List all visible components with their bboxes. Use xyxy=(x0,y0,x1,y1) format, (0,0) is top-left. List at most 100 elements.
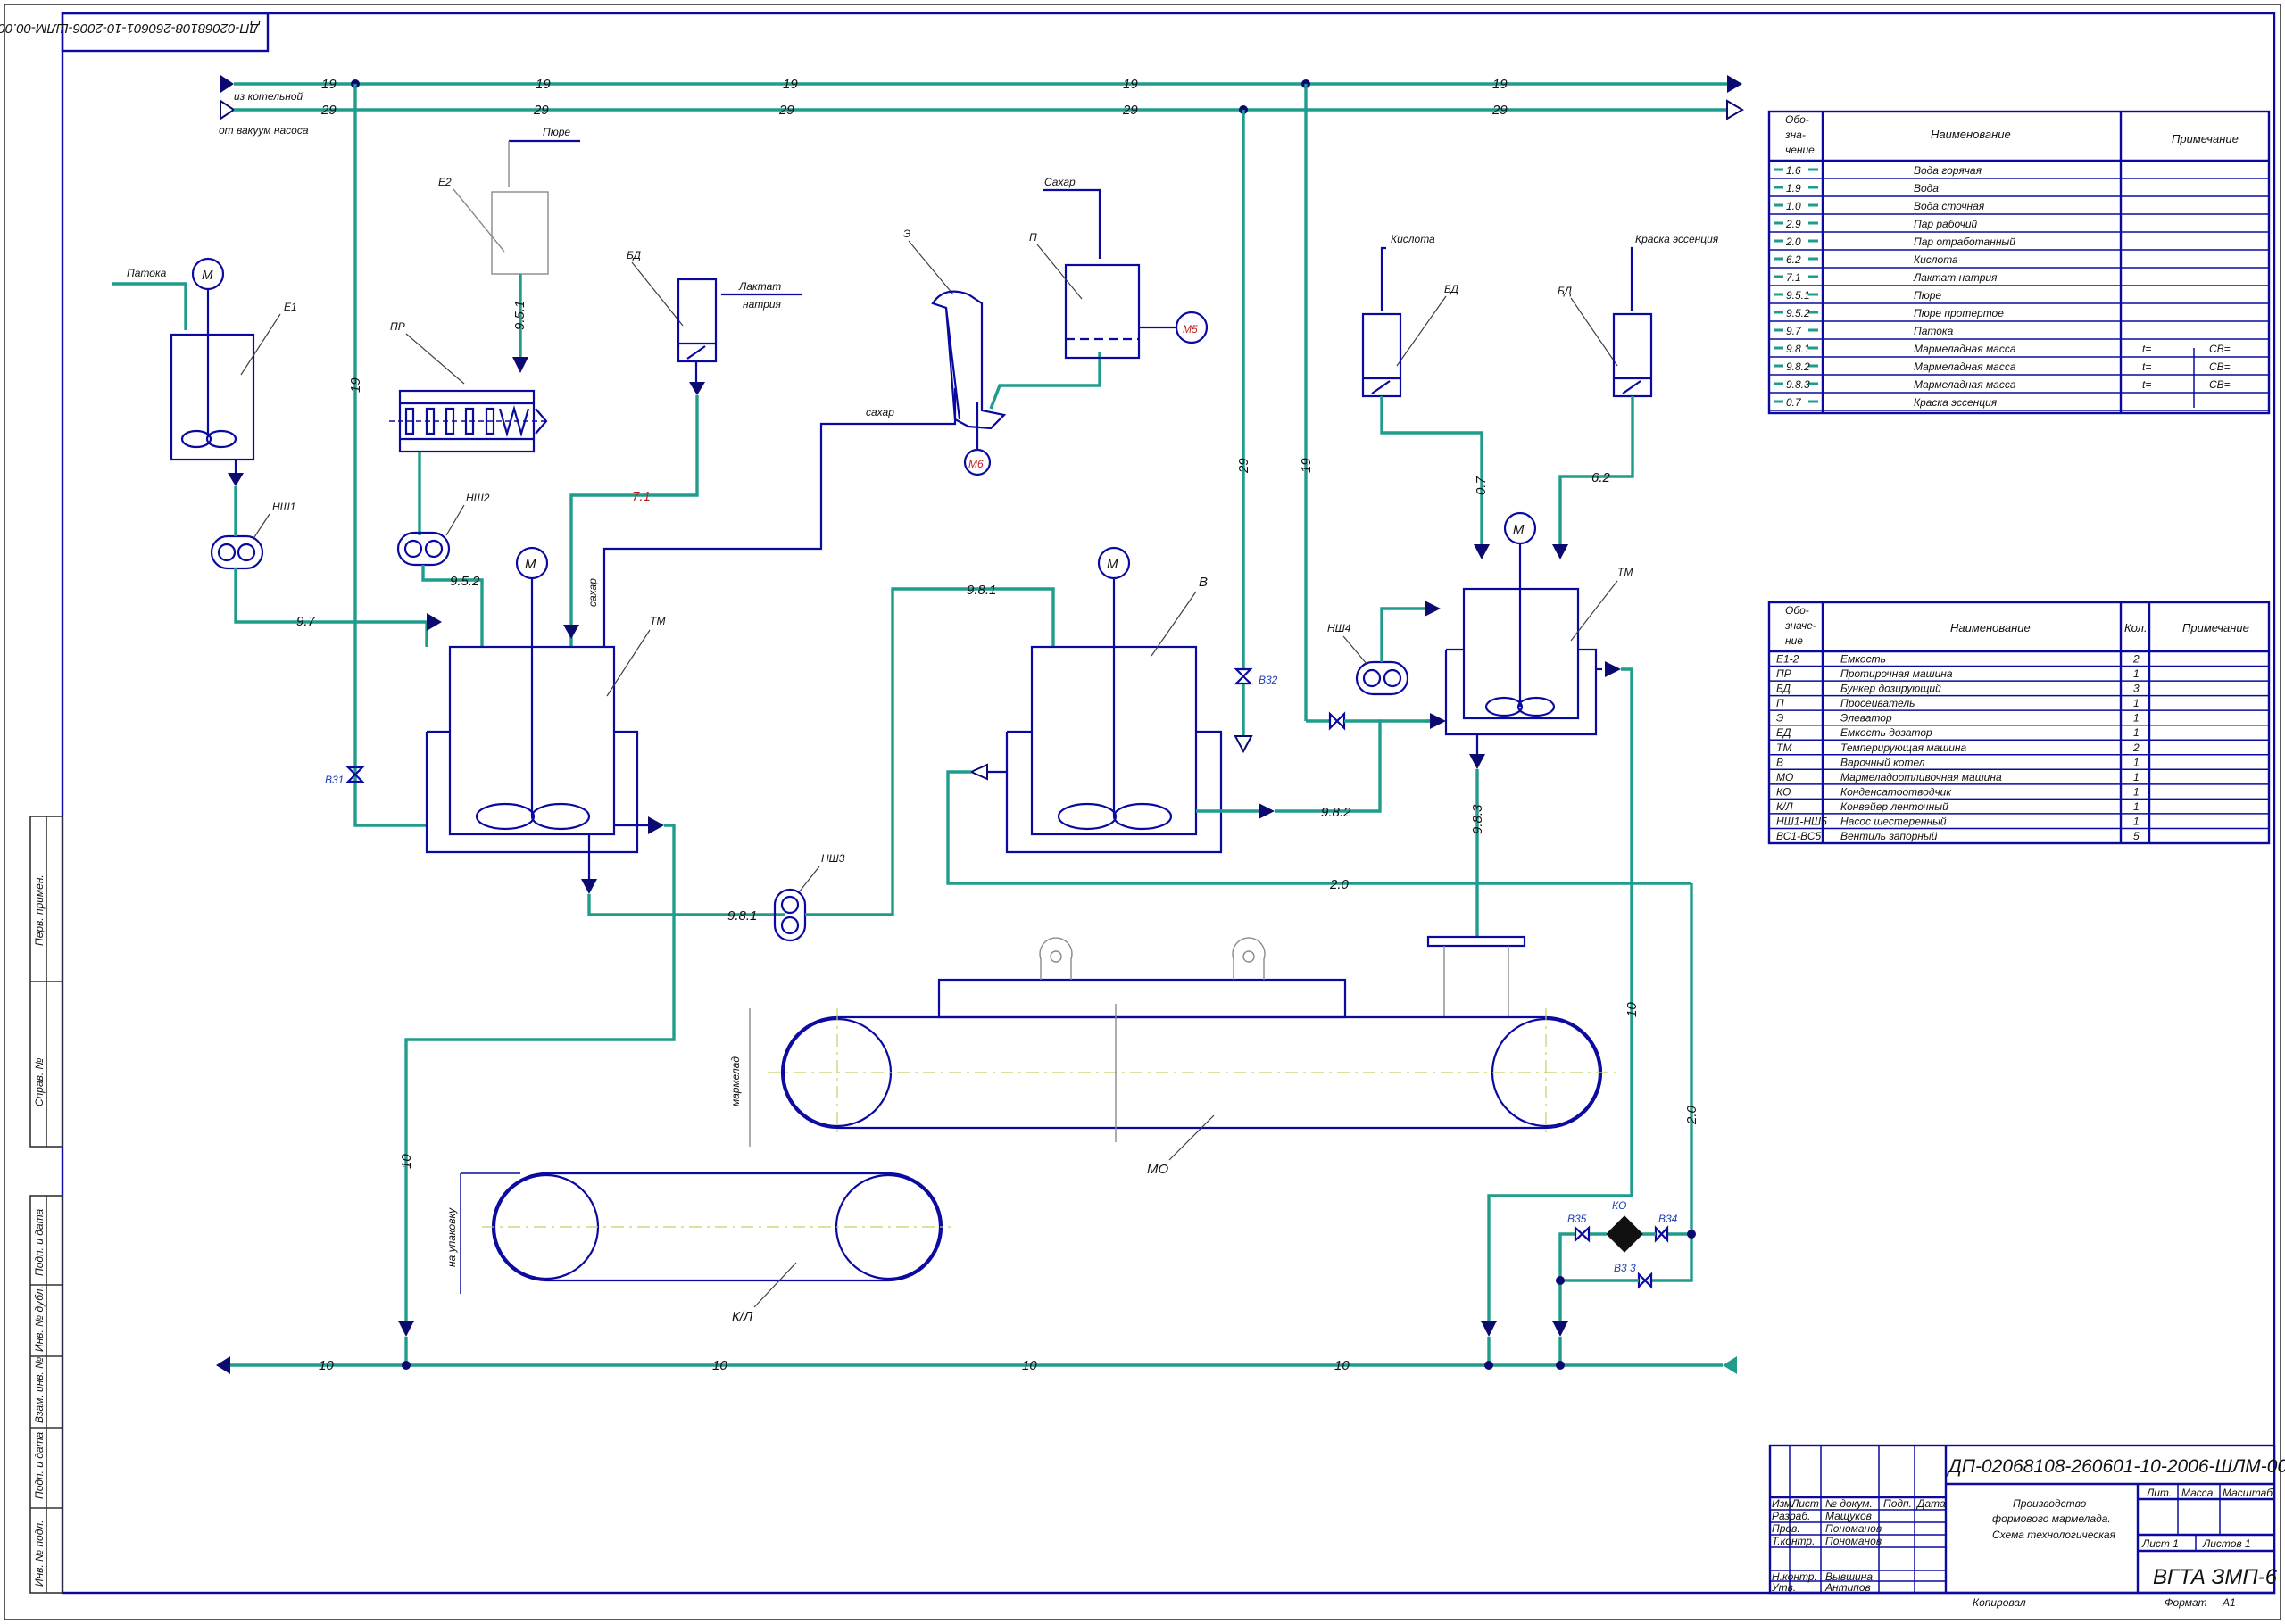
source-vacuum: от вакуум насоса xyxy=(219,124,309,137)
spec-row: МО Мармеладоотливочная машина 1 xyxy=(1776,771,2140,783)
pipe-71: 7.1 xyxy=(632,489,651,504)
legend-code: 1.6 xyxy=(1786,164,1801,177)
dosing-bd-kislota: Кислота БД 0.7 xyxy=(1361,233,1490,559)
pipe-10-b: 10 xyxy=(712,1358,727,1373)
spec-code: В xyxy=(1776,756,1783,768)
sifter-label: П xyxy=(1029,231,1037,244)
pipe-10-d: 10 xyxy=(1334,1358,1350,1373)
pipe-20: 2.0 xyxy=(1329,877,1350,892)
pipe-29-a: 29 xyxy=(320,103,337,118)
spec-row: ЕД Емкость дозатор 1 xyxy=(1776,726,2140,739)
pipe-19-e: 19 xyxy=(1492,77,1508,92)
legend-name: Пар отработанный xyxy=(1914,236,2015,248)
pipe-legend-table: Обо- зна- чение Наименование Примечание … xyxy=(1767,110,2271,415)
tm-right-label: ТМ xyxy=(1617,566,1633,578)
source-boiler: из котельной xyxy=(234,90,303,103)
tb-name-2: Пономанов xyxy=(1825,1522,1882,1535)
pipe-952: 9.5.2 xyxy=(450,574,480,589)
spec-code: ПР xyxy=(1776,667,1791,680)
legend-code: 9.5.2 xyxy=(1786,307,1810,319)
process-flow-diagram: ДП-02068108-260601-10-2006-ШЛМ-00.00.000… xyxy=(0,4,2285,1620)
legend-code: 7.1 xyxy=(1786,271,1801,284)
spec-code: ВС1-ВС5 xyxy=(1776,830,1821,842)
ko-label: КО xyxy=(1612,1199,1626,1212)
patoka-label: Патока xyxy=(127,267,167,279)
legend-row: 1.0 Вода сточная xyxy=(1774,200,1985,212)
title-format-label: Формат xyxy=(2165,1596,2207,1609)
mo-label: МО xyxy=(1147,1162,1168,1177)
pipe-29-vert: 29 xyxy=(1236,458,1251,474)
side-cell-5: Взам. инв. № xyxy=(33,1357,46,1423)
title-line-3: Схема технологическая xyxy=(1992,1529,2116,1541)
spec-h-name: Наименование xyxy=(1950,621,2031,634)
legend-code: 9.7 xyxy=(1786,325,1802,337)
dosing-bd-laktat: БД Лактат натрия 7.1 xyxy=(563,249,802,647)
tm-left-label: ТМ xyxy=(650,615,665,627)
equipment-spec-table: Обо- значе- ние Наименование Кол. Примеч… xyxy=(1767,601,2271,845)
pipe-19-c: 19 xyxy=(783,77,798,92)
legend-code: 2.9 xyxy=(1785,218,1801,230)
tb-name-1: Мащуков xyxy=(1825,1510,1872,1522)
spec-h-code-2: значе- xyxy=(1784,619,1816,632)
legend-temp: t= xyxy=(2142,378,2151,391)
legend-row: 9.5.2 Пюре протертое xyxy=(1774,307,2004,319)
legend-dry: CB= xyxy=(2209,343,2231,355)
legend-row: 1.9 Вода xyxy=(1774,182,1939,195)
steam-to-boiler: 29 В32 xyxy=(1234,110,1278,754)
spec-code: К/Л xyxy=(1776,800,1793,813)
pipe-19-vert-right: 19 xyxy=(1299,458,1314,473)
motor-e1: M xyxy=(202,268,213,283)
valve-v34-label: В34 xyxy=(1658,1213,1678,1225)
side-cell-4: Инв. № дубл. xyxy=(33,1286,46,1352)
legend-row: 9.5.1 Пюре xyxy=(1774,289,1941,302)
spec-name: Насос шестеренный xyxy=(1840,815,1947,827)
boiler-b-label: В xyxy=(1199,575,1208,590)
valve-v32-label: В32 xyxy=(1259,674,1278,686)
spec-name: Конвейер ленточный xyxy=(1840,800,1948,813)
legend-name: Мармеладная масса xyxy=(1914,378,2016,391)
pipe-62: 6.2 xyxy=(1591,470,1611,485)
pipe-29-b: 29 xyxy=(533,103,549,118)
legend-name: Мармеладная масса xyxy=(1914,360,2016,373)
legend-code: 9.8.1 xyxy=(1786,343,1810,355)
line-981: 9.8.1 НШ3 9.8.1 xyxy=(587,583,1055,942)
spec-qty: 5 xyxy=(2133,830,2140,842)
legend-code: 6.2 xyxy=(1786,253,1801,266)
spec-name: Емкость дозатор xyxy=(1840,726,1932,739)
spec-row: НШ1-НШ5 Насос шестеренный 1 xyxy=(1776,815,2140,827)
pump-nsh4: НШ4 xyxy=(1327,601,1441,696)
title-line-2: формового мармелада. xyxy=(1992,1512,2111,1525)
motor-tm-right: M xyxy=(1513,522,1525,537)
spec-qty: 1 xyxy=(2133,815,2140,827)
motor-b: M xyxy=(1107,557,1118,572)
elevator-label: Э xyxy=(903,228,910,240)
legend-h-note: Примечание xyxy=(2172,132,2239,145)
legend-h-code-2: зна- xyxy=(1784,128,1806,141)
pump-nsh4-label: НШ4 xyxy=(1327,622,1351,634)
kislota-label: Кислота xyxy=(1391,233,1435,245)
legend-row: 0.7 Краска эссенция xyxy=(1774,396,1998,409)
spec-row: ТМ Темперирующая машина 2 xyxy=(1776,742,2140,754)
conveyor-kl: на упаковку К/Л xyxy=(445,1172,951,1324)
spec-code: П xyxy=(1776,697,1784,709)
title-sheets: Листов 1 xyxy=(2202,1537,2251,1550)
spec-row: П Просеиватель 1 xyxy=(1776,697,2140,709)
tb-h-doc: № докум. xyxy=(1825,1497,1873,1510)
spec-name: Конденсатоотводчик xyxy=(1840,785,1952,798)
legend-code: 9.8.3 xyxy=(1786,378,1810,391)
spec-h-qty: Кол. xyxy=(2124,621,2148,634)
pipe-981-top: 9.8.1 xyxy=(967,583,996,598)
spec-h-note: Примечание xyxy=(2182,621,2249,634)
title-lit: Лит. xyxy=(2146,1487,2172,1499)
sakhar-label: Сахар xyxy=(1044,176,1076,188)
pipe-10-a: 10 xyxy=(319,1358,334,1373)
spec-row: КО Конденсатоотводчик 1 xyxy=(1776,785,2140,798)
legend-name: Пюре протертое xyxy=(1914,307,2004,319)
pipe-19-b: 19 xyxy=(536,77,551,92)
spec-name: Просеиватель xyxy=(1840,697,1915,709)
motor-m5-label: М5 xyxy=(1183,323,1198,336)
legend-code: 1.0 xyxy=(1786,200,1801,212)
spec-qty: 1 xyxy=(2133,667,2140,680)
title-code: ДП-02068108-260601-10-2006-ШЛМ-00.00.000… xyxy=(1947,1456,2285,1477)
valve-v33-label: В3 3 xyxy=(1614,1262,1636,1274)
